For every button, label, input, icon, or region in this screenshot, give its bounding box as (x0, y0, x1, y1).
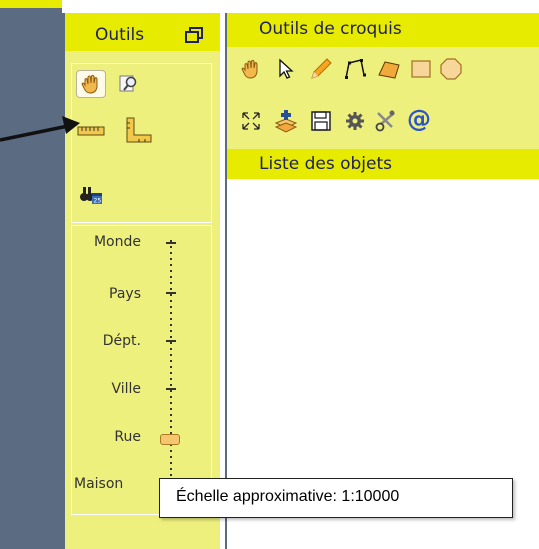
measure-area-button[interactable] (124, 116, 154, 144)
scale-tooltip-text: Échelle approximative: 1:10000 (176, 488, 400, 505)
svg-text:25: 25 (94, 198, 102, 205)
polygon-icon (378, 61, 400, 79)
sketch-select-button[interactable] (272, 55, 300, 83)
sketch-title: Outils de croquis (259, 19, 402, 39)
sketch-panel: Outils de croquis @ Liste des objets (225, 13, 539, 549)
scissors-icon (375, 110, 395, 132)
scale-label-dept: Dépt. (102, 333, 141, 349)
rectangle-icon (411, 60, 431, 78)
sketch-toolbar: @ (227, 47, 539, 149)
scale-label-ville: Ville (111, 381, 141, 397)
hand-icon (241, 59, 258, 79)
scale-tooltip: Échelle approximative: 1:10000 (159, 478, 513, 518)
sketch-cut-button[interactable] (372, 107, 400, 135)
sketch-pencil-button[interactable] (307, 55, 335, 83)
scale-label-rue: Rue (114, 429, 141, 445)
sketch-expand-button[interactable] (237, 107, 265, 135)
objects-header: Liste des objets (227, 149, 539, 179)
scale-tick (166, 388, 176, 390)
save-icon (311, 111, 331, 131)
pencil-icon (311, 58, 332, 79)
svg-text:@: @ (407, 106, 431, 132)
scale-label-monde: Monde (93, 234, 141, 250)
scale-slider-handle[interactable] (160, 433, 180, 445)
at-icon: @ (407, 106, 431, 132)
sketch-polygon-button[interactable] (375, 55, 403, 83)
sketch-header: Outils de croquis (227, 13, 539, 47)
sketch-settings-button[interactable] (341, 107, 369, 135)
zoom-icon (119, 75, 137, 92)
expand-icon (242, 112, 260, 130)
scale-tick (166, 242, 176, 244)
outils-title: Outils (95, 25, 145, 45)
settings-icon (346, 112, 364, 130)
objects-title: Liste des objets (259, 154, 392, 174)
pan-tool-button[interactable] (76, 70, 106, 98)
tools-box: 25 (71, 63, 212, 223)
scale-label-pays: Pays (109, 286, 141, 302)
sketch-save-button[interactable] (307, 107, 335, 135)
sketch-pan-button[interactable] (237, 55, 265, 83)
scale-label-maison: Maison (74, 476, 124, 492)
zoom-tool-button[interactable] (114, 70, 144, 98)
binoculars-calendar-icon: 25 (80, 187, 102, 205)
annotation-arrow-icon (0, 116, 80, 142)
directory-button[interactable]: 25 (76, 180, 106, 208)
scale-slider-track[interactable] (170, 240, 172, 495)
scale-tick (166, 292, 176, 294)
pointer-icon (279, 58, 294, 79)
left-frame-topbar (0, 0, 62, 8)
area-ruler-icon (126, 117, 152, 143)
hand-icon (81, 74, 98, 94)
sketch-add-layer-button[interactable] (272, 107, 300, 135)
outils-panel: Outils 25 Monde Pays Dépt. Ville Rue Mai… (62, 13, 220, 549)
scale-box: Monde Pays Dépt. Ville Rue Maison (71, 225, 212, 515)
add-layer-icon (274, 110, 298, 133)
restore-window-icon[interactable] (185, 27, 203, 43)
polyline-icon (345, 59, 366, 79)
sketch-polyline-button[interactable] (341, 55, 369, 83)
octagon-icon (440, 58, 462, 80)
left-frame (0, 0, 62, 549)
outils-header: Outils (65, 13, 220, 51)
scale-tick (166, 340, 176, 342)
sketch-email-button[interactable]: @ (405, 105, 433, 133)
sketch-rectangle-button[interactable] (407, 55, 435, 83)
sketch-octagon-button[interactable] (437, 55, 465, 83)
